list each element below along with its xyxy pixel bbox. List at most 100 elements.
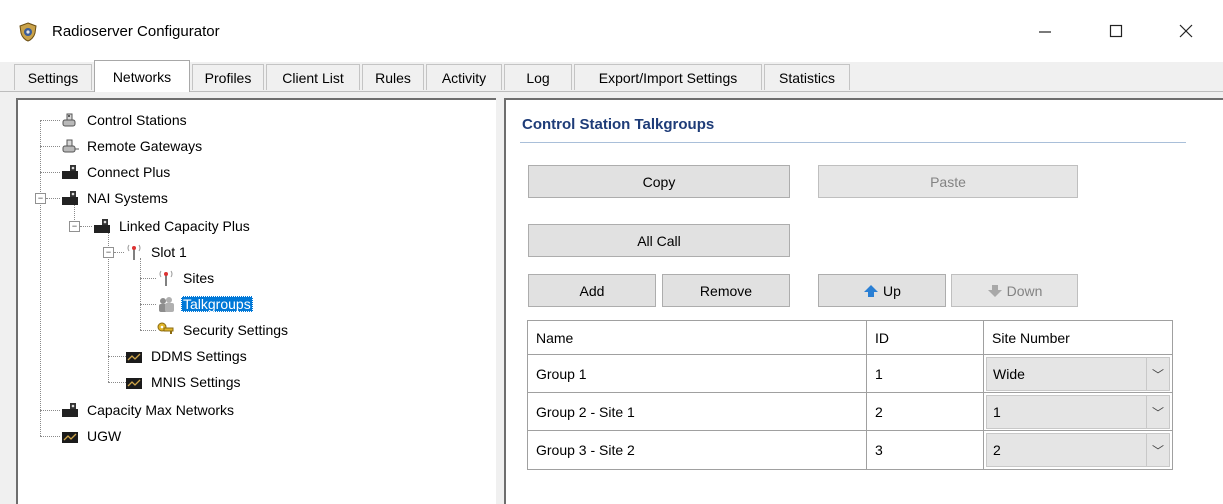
paste-button[interactable]: Paste bbox=[818, 165, 1078, 198]
talkgroups-icon bbox=[159, 297, 174, 312]
tab-log[interactable]: Log bbox=[504, 64, 572, 90]
tree-line bbox=[40, 410, 60, 411]
tree-item-label: UGW bbox=[87, 428, 122, 444]
tree-line bbox=[140, 278, 156, 279]
maximize-button[interactable] bbox=[1093, 14, 1139, 48]
collapse-linked-capacity-plus-button[interactable]: − bbox=[69, 221, 80, 232]
tree-item-label: MNIS Settings bbox=[151, 374, 241, 390]
repeater-icon bbox=[62, 403, 78, 417]
column-header-name[interactable]: Name bbox=[528, 321, 867, 355]
tree-line bbox=[40, 436, 60, 437]
site-number-dropdown[interactable]: 2 ﹀ bbox=[986, 433, 1170, 467]
site-number-value: 2 bbox=[993, 442, 1001, 458]
minimize-button[interactable] bbox=[1022, 14, 1068, 48]
talkgroups-grid: Name ID Site Number Group 1 1 Wide ﹀ Gro… bbox=[527, 320, 1173, 470]
tab-activity[interactable]: Activity bbox=[426, 64, 502, 90]
tree-item-linked-capacity-plus[interactable]: Linked Capacity Plus bbox=[92, 216, 252, 236]
table-row-name[interactable]: Group 2 - Site 1 bbox=[528, 393, 867, 431]
column-header-id[interactable]: ID bbox=[867, 321, 984, 355]
tree-line bbox=[80, 226, 92, 227]
panel-title-divider bbox=[520, 142, 1186, 143]
arrow-up-icon bbox=[864, 284, 879, 297]
chevron-down-icon: ﹀ bbox=[1146, 396, 1169, 428]
tree-item-label: Talkgroups bbox=[181, 296, 253, 312]
antenna-icon bbox=[127, 244, 141, 260]
tree-item-label: Remote Gateways bbox=[87, 138, 203, 154]
tree-line bbox=[140, 330, 156, 331]
chevron-down-icon: ﹀ bbox=[1146, 434, 1169, 466]
tab-networks[interactable]: Networks bbox=[94, 60, 190, 92]
tree-item-nai-systems[interactable]: NAI Systems bbox=[60, 188, 170, 208]
tree-item-connect-plus[interactable]: Connect Plus bbox=[60, 162, 172, 182]
tree-item-label: Capacity Max Networks bbox=[87, 402, 235, 418]
repeater-icon bbox=[94, 219, 110, 233]
repeater-icon bbox=[62, 165, 78, 179]
tab-rules[interactable]: Rules bbox=[362, 64, 424, 90]
tree-line bbox=[40, 172, 60, 173]
down-button[interactable]: Down bbox=[951, 274, 1078, 307]
tree-item-ddms-settings[interactable]: DDMS Settings bbox=[124, 346, 249, 366]
arrow-down-icon bbox=[987, 284, 1002, 297]
tree-line bbox=[46, 198, 60, 199]
tree-item-label: NAI Systems bbox=[87, 190, 168, 206]
minimize-icon bbox=[1039, 31, 1051, 33]
tree-line bbox=[140, 304, 156, 305]
table-row-id[interactable]: 2 bbox=[867, 393, 984, 431]
table-row-name[interactable]: Group 1 bbox=[528, 355, 867, 393]
all-call-button[interactable]: All Call bbox=[528, 224, 790, 257]
tree-item-label: Control Stations bbox=[87, 112, 187, 128]
site-number-dropdown[interactable]: 1 ﹀ bbox=[986, 395, 1170, 429]
site-number-dropdown[interactable]: Wide ﹀ bbox=[986, 357, 1170, 391]
column-header-site-number[interactable]: Site Number bbox=[984, 321, 1172, 355]
tab-settings[interactable]: Settings bbox=[14, 64, 92, 90]
tree-item-label: Sites bbox=[183, 270, 215, 286]
tree-item-capacity-max-networks[interactable]: Capacity Max Networks bbox=[60, 400, 236, 420]
control-station-icon bbox=[62, 113, 76, 127]
tree-line bbox=[40, 146, 60, 147]
tree-line bbox=[40, 120, 41, 436]
site-number-value: 1 bbox=[993, 404, 1001, 420]
collapse-slot-1-button[interactable]: − bbox=[103, 247, 114, 258]
repeater-icon bbox=[62, 191, 78, 205]
table-row-id[interactable]: 3 bbox=[867, 431, 984, 469]
monitor-icon bbox=[126, 378, 142, 389]
copy-button[interactable]: Copy bbox=[528, 165, 790, 198]
gateway-icon bbox=[62, 139, 79, 153]
maximize-icon bbox=[1109, 24, 1123, 38]
tree-item-label: Connect Plus bbox=[87, 164, 171, 180]
add-button[interactable]: Add bbox=[528, 274, 656, 307]
collapse-nai-systems-button[interactable]: − bbox=[35, 193, 46, 204]
keys-icon bbox=[157, 322, 174, 334]
remove-button[interactable]: Remove bbox=[662, 274, 790, 307]
tree-item-label: Security Settings bbox=[183, 322, 289, 338]
up-button[interactable]: Up bbox=[818, 274, 946, 307]
tree-line bbox=[114, 252, 124, 253]
tree-item-security-settings[interactable]: Security Settings bbox=[156, 320, 290, 340]
tab-profiles[interactable]: Profiles bbox=[192, 64, 264, 90]
tree-item-talkgroups[interactable]: Talkgroups bbox=[156, 294, 253, 314]
tree-line bbox=[40, 120, 60, 121]
tree-item-label: DDMS Settings bbox=[151, 348, 247, 364]
tree-item-ugw[interactable]: UGW bbox=[60, 426, 123, 446]
tree-item-slot-1[interactable]: Slot 1 bbox=[124, 242, 189, 262]
tab-statistics[interactable]: Statistics bbox=[764, 64, 850, 90]
table-row-name[interactable]: Group 3 - Site 2 bbox=[528, 431, 867, 469]
monitor-icon bbox=[62, 432, 78, 443]
tree-item-sites[interactable]: Sites bbox=[156, 268, 216, 288]
up-button-label: Up bbox=[883, 282, 901, 299]
tab-client-list[interactable]: Client List bbox=[266, 64, 360, 90]
app-shield-icon bbox=[19, 22, 37, 42]
tree-item-label: Slot 1 bbox=[151, 244, 187, 260]
close-button[interactable] bbox=[1163, 14, 1209, 48]
tree-item-remote-gateways[interactable]: Remote Gateways bbox=[60, 136, 204, 156]
table-row-id[interactable]: 1 bbox=[867, 355, 984, 393]
tab-export-import-settings[interactable]: Export/Import Settings bbox=[574, 64, 762, 90]
down-button-label: Down bbox=[1006, 282, 1043, 299]
chevron-down-icon: ﹀ bbox=[1146, 358, 1169, 390]
antenna-icon bbox=[159, 270, 173, 286]
tree-item-label: Linked Capacity Plus bbox=[119, 218, 250, 234]
monitor-icon bbox=[126, 352, 142, 363]
tree-item-mnis-settings[interactable]: MNIS Settings bbox=[124, 372, 242, 392]
tree-item-control-stations[interactable]: Control Stations bbox=[60, 110, 189, 130]
tree-line bbox=[140, 258, 141, 330]
